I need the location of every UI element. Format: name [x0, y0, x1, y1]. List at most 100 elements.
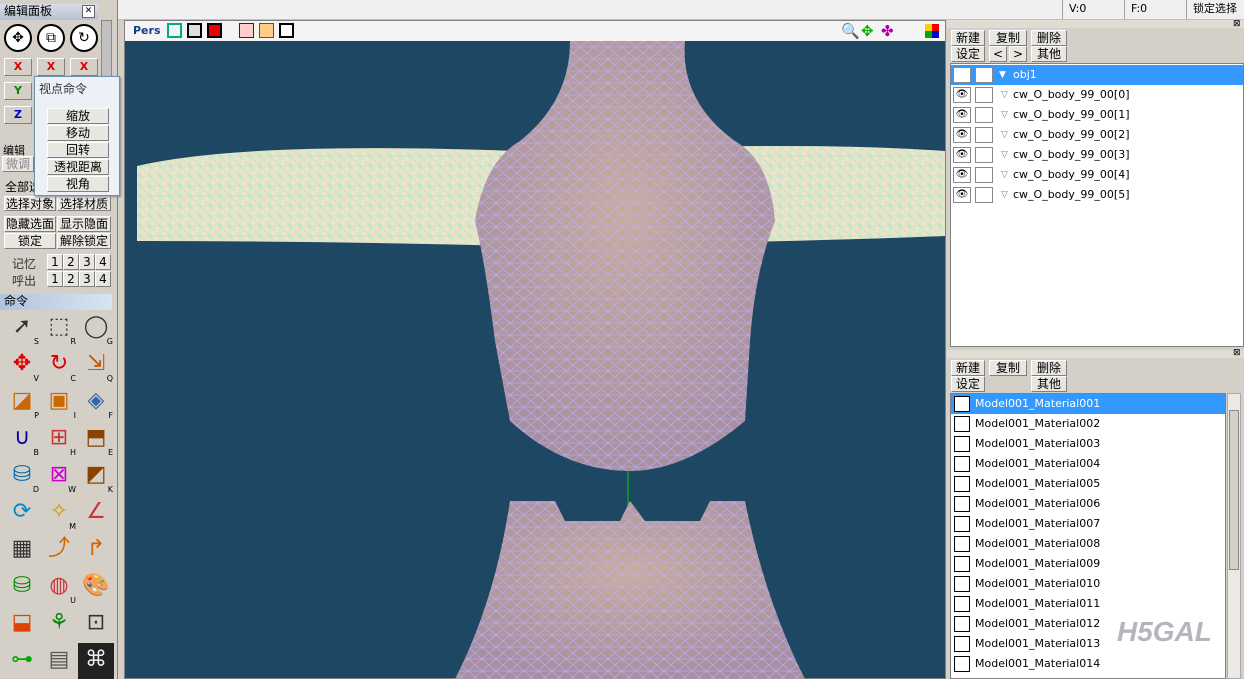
pan-icon[interactable]: ✥ — [861, 22, 874, 40]
sphere-cut-icon[interactable]: ◍ U — [41, 569, 77, 605]
move-view-icon[interactable]: ✥ — [4, 24, 32, 52]
object-delete-button[interactable]: 删除 — [1031, 30, 1067, 46]
grid-knife-icon[interactable]: ⊞ H — [41, 421, 77, 457]
bucket-icon[interactable]: ⛁ D — [4, 458, 40, 494]
material-row[interactable]: Model001_Material001 — [951, 394, 1225, 414]
object-next-button[interactable]: > — [1009, 46, 1027, 62]
recall-slot-button[interactable]: 4 — [95, 271, 111, 287]
recall-slot-button[interactable]: 1 — [47, 271, 63, 287]
view-mode-label[interactable]: Pers — [133, 24, 161, 37]
bend-icon[interactable]: ⤴ — [41, 532, 77, 568]
object-other-button[interactable]: 其他 — [1031, 46, 1067, 62]
material-checkbox[interactable] — [954, 476, 970, 492]
material-row[interactable]: Model001_Material014 — [951, 654, 1225, 674]
lock-selection-status[interactable]: 锁定选择 — [1186, 0, 1244, 19]
zoom-icon[interactable]: 🔍 — [841, 22, 860, 40]
material-checkbox[interactable] — [954, 456, 970, 472]
link-nodes-icon[interactable]: ⊡ — [78, 606, 114, 642]
object-row[interactable]: 👁 ▽ cw_O_body_99_00[1] — [951, 105, 1243, 125]
recall-slot-button[interactable]: 3 — [79, 271, 95, 287]
box-icon[interactable]: ▣ I — [41, 384, 77, 420]
axis-y-button[interactable]: Y — [4, 82, 32, 100]
magnet-icon[interactable]: ∪ B — [4, 421, 40, 457]
expand-icon[interactable]: ▼ — [999, 66, 1006, 85]
rotate-button[interactable]: 回转 — [47, 142, 109, 158]
object-view-icon[interactable] — [239, 23, 254, 38]
lock-toggle[interactable] — [975, 107, 993, 123]
material-checkbox[interactable] — [954, 556, 970, 572]
axis-x-button[interactable]: X — [37, 58, 65, 76]
color-icon[interactable] — [925, 24, 939, 38]
palette-icon[interactable]: 🎨 — [78, 569, 114, 605]
cube-grid-icon[interactable]: ▦ — [4, 532, 40, 568]
extrude-icon[interactable]: ⬒ E — [78, 421, 114, 457]
material-row[interactable]: Model001_Material003 — [951, 434, 1225, 454]
rotate-view-icon[interactable]: ↻ — [70, 24, 98, 52]
lock-toggle[interactable] — [975, 127, 993, 143]
perspective-distance-button[interactable]: 透视距离 — [47, 159, 109, 175]
object-row[interactable]: 👁 ▽ cw_O_body_99_00[5] — [951, 185, 1243, 205]
material-delete-button[interactable]: 删除 — [1031, 360, 1067, 376]
solid-view-icon[interactable] — [207, 23, 222, 38]
object-row-parent[interactable]: ▼ obj1 — [951, 65, 1243, 85]
fine-tune-button[interactable]: 微调 — [2, 156, 34, 172]
move-icon[interactable]: ✥ V — [4, 347, 40, 383]
visibility-eye-icon[interactable]: 👁 — [953, 127, 971, 143]
object-copy-button[interactable]: 复制 — [989, 30, 1027, 46]
cylinder-icon[interactable]: ⛁ — [4, 569, 40, 605]
zoom-view-icon[interactable]: ⧉ — [37, 24, 65, 52]
child-icon[interactable]: ▽ — [1001, 146, 1008, 165]
visibility-eye-icon[interactable]: 👁 — [953, 87, 971, 103]
scale-icon[interactable]: ⇲ Q — [78, 347, 114, 383]
material-checkbox[interactable] — [954, 516, 970, 532]
3d-viewport[interactable]: Pers 🔍 ✥ ✤ — [124, 20, 946, 679]
select-material-button[interactable]: 选择材质 — [57, 196, 111, 211]
wire-view-icon[interactable] — [187, 23, 202, 38]
child-icon[interactable]: ▽ — [1001, 186, 1008, 205]
material-checkbox[interactable] — [954, 496, 970, 512]
lock-button[interactable]: 锁定 — [4, 233, 56, 249]
object-settings-button[interactable]: 设定 — [951, 46, 985, 62]
show-hidden-button[interactable]: 显示隐面 — [57, 216, 111, 232]
frame-view-icon[interactable] — [279, 23, 294, 38]
material-checkbox[interactable] — [954, 436, 970, 452]
material-checkbox[interactable] — [954, 636, 970, 652]
object-prev-button[interactable]: < — [989, 46, 1007, 62]
bevel-icon[interactable]: ◩ K — [78, 458, 114, 494]
material-new-button[interactable]: 新建 — [951, 360, 985, 376]
recall-slot-button[interactable]: 2 — [63, 271, 79, 287]
plane-icon[interactable]: ◈ F — [78, 384, 114, 420]
material-row[interactable]: Model001_Material004 — [951, 454, 1225, 474]
axis-x-button[interactable]: X — [70, 58, 98, 76]
hide-selected-button[interactable]: 隐藏选面 — [4, 216, 56, 232]
spin-icon[interactable]: ⟳ — [4, 495, 40, 531]
box-rotate-icon[interactable]: ⬓ — [4, 606, 40, 642]
material-checkbox[interactable] — [954, 616, 970, 632]
child-icon[interactable]: ▽ — [1001, 106, 1008, 125]
material-checkbox[interactable] — [954, 656, 970, 672]
lock-toggle[interactable] — [975, 67, 993, 83]
memory-slot-button[interactable]: 3 — [79, 254, 95, 270]
object-row[interactable]: 👁 ▽ cw_O_body_99_00[0] — [951, 85, 1243, 105]
tree-icon[interactable]: ⚘ — [41, 606, 77, 642]
zoom-button[interactable]: 缩放 — [47, 108, 109, 124]
material-scrollbar[interactable] — [1227, 393, 1241, 679]
cut-icon[interactable]: ⊠ W — [41, 458, 77, 494]
material-row[interactable]: Model001_Material008 — [951, 534, 1225, 554]
rect-select-icon[interactable]: ⬚ R — [41, 310, 77, 346]
angle-icon[interactable]: ∠ — [78, 495, 114, 531]
magic-wand-icon[interactable]: ✧ M — [41, 495, 77, 531]
orbit-icon[interactable]: ✤ — [881, 22, 894, 40]
select-object-button[interactable]: 选择对象 — [4, 196, 56, 211]
visibility-eye-icon[interactable]: 👁 — [953, 107, 971, 123]
visibility-eye-icon[interactable]: 👁 — [953, 187, 971, 203]
material-row[interactable]: Model001_Material005 — [951, 474, 1225, 494]
face-icon[interactable]: ◪ P — [4, 384, 40, 420]
material-row[interactable]: Model001_Material002 — [951, 414, 1225, 434]
lock-toggle[interactable] — [975, 147, 993, 163]
material-other-button[interactable]: 其他 — [1031, 376, 1067, 392]
material-settings-button[interactable]: 设定 — [951, 376, 985, 392]
child-icon[interactable]: ▽ — [1001, 166, 1008, 185]
object-row[interactable]: 👁 ▽ cw_O_body_99_00[3] — [951, 145, 1243, 165]
visibility-eye-icon[interactable]: 👁 — [953, 167, 971, 183]
